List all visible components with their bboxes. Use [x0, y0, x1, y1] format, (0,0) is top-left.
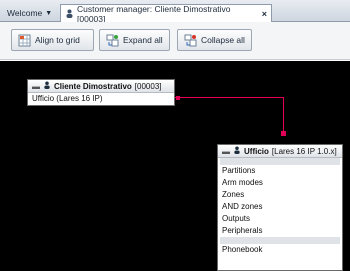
customer-node-row[interactable]: Ufficio (Lares 16 IP)	[28, 93, 174, 105]
office-node-model: [Lares 16 IP 1.0.x]	[271, 146, 337, 156]
office-node[interactable]: ▬ Ufficio [Lares 16 IP 1.0.x] Partitions…	[217, 144, 343, 271]
office-node-title: Ufficio	[244, 146, 269, 156]
person-icon	[65, 9, 74, 18]
tab-bar: Welcome ▼ Customer manager: Cliente Dimo…	[0, 0, 350, 24]
tab-customer-manager[interactable]: Customer manager: Cliente Dimostrativo […	[60, 3, 272, 24]
chevron-down-icon[interactable]: ▼	[45, 10, 52, 17]
tab-welcome-label: Welcome	[7, 8, 43, 18]
connector-line	[175, 97, 284, 98]
divider	[220, 158, 340, 165]
align-to-grid-button[interactable]: Align to grid	[11, 29, 94, 51]
collapse-all-label: Collapse all	[201, 35, 245, 45]
list-item[interactable]: AND zones	[218, 201, 342, 213]
collapse-node-icon[interactable]: ▬	[32, 82, 40, 91]
tab-welcome[interactable]: Welcome ▼	[3, 4, 60, 22]
expand-all-button[interactable]: Expand all	[99, 29, 170, 51]
expand-all-label: Expand all	[123, 35, 163, 45]
person-icon	[43, 81, 51, 91]
diagram-canvas[interactable]: ▬ Cliente Dimostrativo [00003] Ufficio (…	[0, 61, 350, 271]
tab-customer-manager-label: Customer manager: Cliente Dimostrativo […	[77, 3, 231, 24]
connector-line	[283, 97, 284, 134]
grid-icon	[18, 34, 31, 47]
list-item[interactable]: Zones	[218, 189, 342, 201]
connector-endpoint	[176, 96, 180, 100]
customer-node-header[interactable]: ▬ Cliente Dimostrativo [00003]	[28, 80, 174, 93]
customer-node-title: Cliente Dimostrativo	[54, 81, 132, 91]
close-icon[interactable]: ×	[262, 9, 267, 19]
office-node-header[interactable]: ▬ Ufficio [Lares 16 IP 1.0.x]	[218, 145, 342, 158]
person-icon	[233, 146, 241, 156]
connector-endpoint	[281, 131, 286, 136]
divider	[220, 237, 340, 244]
list-item[interactable]: Partitions	[218, 165, 342, 177]
customer-node-code: [00003]	[134, 81, 162, 91]
list-item[interactable]: Peripherals	[218, 225, 342, 237]
collapse-icon	[184, 34, 197, 47]
collapse-all-button[interactable]: Collapse all	[177, 29, 252, 51]
align-to-grid-label: Align to grid	[35, 35, 80, 45]
list-item[interactable]: Outputs	[218, 213, 342, 225]
collapse-node-icon[interactable]: ▬	[222, 147, 230, 156]
toolbar: Align to grid Expand all Collapse all	[0, 22, 350, 60]
list-item[interactable]: Phonebook	[218, 244, 342, 256]
customer-node[interactable]: ▬ Cliente Dimostrativo [00003] Ufficio (…	[27, 79, 175, 106]
expand-icon	[106, 34, 119, 47]
list-item[interactable]: Arm modes	[218, 177, 342, 189]
